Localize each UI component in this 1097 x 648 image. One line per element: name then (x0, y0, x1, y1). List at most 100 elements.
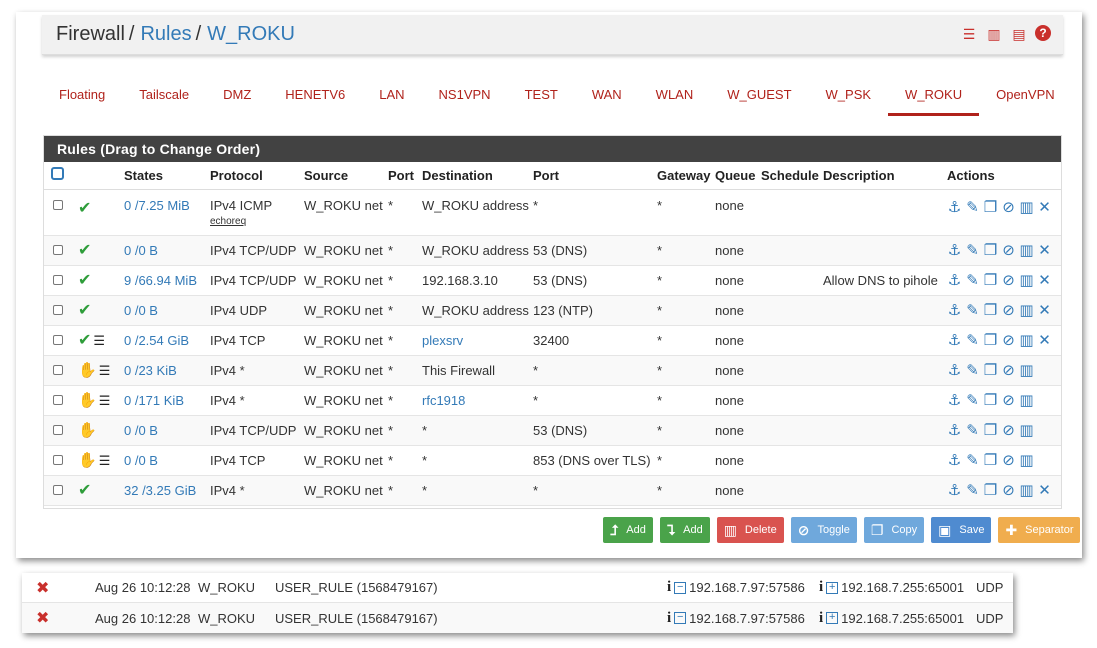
copy-button[interactable]: ❐ Copy (863, 517, 925, 543)
select-all-checkbox[interactable] (44, 162, 74, 190)
anchor-icon[interactable]: ⚓ (947, 331, 962, 349)
status-icons[interactable]: ✔ (74, 235, 120, 266)
status-icons[interactable]: ✔ (74, 295, 120, 326)
states-cell[interactable]: 0 /0 B (120, 415, 206, 446)
table-row[interactable]: ✋ ☰ 0 /23 KiB IPv4 * W_ROKU net * This Fi… (44, 355, 1061, 386)
status-icons[interactable]: ✔ (74, 265, 120, 296)
tab-test[interactable]: TEST (508, 80, 575, 116)
status-icons[interactable]: ✋ ☰ (74, 355, 120, 386)
trash-icon[interactable]: ▥ (1019, 361, 1034, 379)
disable-icon[interactable]: ⊘ (1001, 331, 1016, 349)
edit-pencil-icon[interactable]: ✎ (965, 271, 980, 289)
table-row[interactable]: ✋ ☰ 0 /171 KiB IPv4 * W_ROKU net * rfc191… (44, 385, 1061, 416)
pass-check-icon[interactable]: ✔ (78, 332, 91, 349)
copy-icon[interactable]: ❐ (983, 331, 998, 349)
disable-icon[interactable]: ⊘ (1001, 198, 1016, 216)
tab-openvpn[interactable]: OpenVPN (979, 80, 1072, 116)
tab-lan[interactable]: LAN (362, 80, 421, 116)
block-x-icon[interactable]: ✖ (36, 578, 49, 598)
status-icons[interactable]: ✋ ☰ (74, 385, 120, 416)
states-cell[interactable]: 0 /0 B (120, 445, 206, 476)
copy-icon[interactable]: ❐ (983, 391, 998, 409)
delete-button[interactable]: ▥ Delete (716, 517, 784, 543)
disable-icon[interactable]: ⊘ (1001, 421, 1016, 439)
trash-icon[interactable]: ▥ (1019, 481, 1034, 499)
edit-pencil-icon[interactable]: ✎ (965, 421, 980, 439)
status-icons[interactable]: ✋ (74, 415, 120, 446)
row-checkbox[interactable] (44, 445, 74, 476)
block-hand-icon[interactable]: ✋ (78, 422, 97, 439)
trash-icon[interactable]: ▥ (1019, 421, 1034, 439)
trash-icon[interactable]: ▥ (1019, 451, 1034, 469)
save-button[interactable]: ▣ Save (931, 517, 992, 543)
info-icon[interactable]: i (667, 579, 671, 596)
tab-wan[interactable]: WAN (575, 80, 639, 116)
states-cell[interactable]: 0 /171 KiB (120, 385, 206, 416)
tab-w-roku[interactable]: W_ROKU (888, 80, 980, 116)
disable-icon[interactable]: ⊘ (1001, 271, 1016, 289)
row-checkbox[interactable] (44, 189, 74, 236)
info-icon[interactable]: i (819, 579, 823, 596)
delete-x-icon[interactable]: ✕ (1037, 481, 1052, 499)
block-hand-icon[interactable]: ✋ (78, 452, 97, 469)
row-checkbox[interactable] (44, 385, 74, 416)
states-cell[interactable]: 0 /23 KiB (120, 355, 206, 386)
pass-check-icon[interactable]: ✔ (78, 302, 91, 319)
copy-icon[interactable]: ❐ (983, 301, 998, 319)
block-hand-icon[interactable]: ✋ (78, 362, 97, 379)
table-row[interactable]: ✔ ☰ 0 /2.54 GiB IPv4 TCP W_ROKU net * ple… (44, 325, 1061, 356)
breadcrumb-iface-link[interactable]: W_ROKU (207, 23, 295, 46)
anchor-icon[interactable]: ⚓ (947, 391, 962, 409)
row-checkbox[interactable] (44, 265, 74, 296)
pass-check-icon[interactable]: ✔ (78, 482, 91, 499)
delete-x-icon[interactable]: ✕ (1037, 271, 1052, 289)
table-row[interactable]: ✔ 0 /0 B IPv4 UDP W_ROKU net * W_ROKU ad… (44, 295, 1061, 326)
disable-icon[interactable]: ⊘ (1001, 361, 1016, 379)
table-row[interactable]: ✔ 0 /7.25 MiB IPv4 ICMP echoreq W_ROKU ne… (44, 189, 1061, 236)
anchor-icon[interactable]: ⚓ (947, 361, 962, 379)
row-checkbox[interactable] (44, 295, 74, 326)
trash-icon[interactable]: ▥ (1019, 271, 1034, 289)
table-row[interactable]: ✔ 0 /0 B IPv4 TCP/UDP W_ROKU net * W_ROK… (44, 235, 1061, 266)
edit-pencil-icon[interactable]: ✎ (965, 301, 980, 319)
delete-x-icon[interactable]: ✕ (1037, 198, 1052, 216)
trash-icon[interactable]: ▥ (1019, 241, 1034, 259)
copy-icon[interactable]: ❐ (983, 241, 998, 259)
edit-pencil-icon[interactable]: ✎ (965, 391, 980, 409)
disable-icon[interactable]: ⊘ (1001, 451, 1016, 469)
trash-icon[interactable]: ▥ (1019, 331, 1034, 349)
table-row[interactable]: ✋ ☰ 0 /0 B IPv4 TCP W_ROKU net * * 853 (D… (44, 445, 1061, 476)
anchor-icon[interactable]: ⚓ (947, 271, 962, 289)
copy-icon[interactable]: ❐ (983, 198, 998, 216)
tab-tailscale[interactable]: Tailscale (122, 80, 206, 116)
disable-icon[interactable]: ⊘ (1001, 241, 1016, 259)
anchor-icon[interactable]: ⚓ (947, 481, 962, 499)
edit-pencil-icon[interactable]: ✎ (965, 481, 980, 499)
copy-icon[interactable]: ❐ (983, 481, 998, 499)
trash-icon[interactable]: ▥ (1019, 301, 1034, 319)
edit-pencil-icon[interactable]: ✎ (965, 198, 980, 216)
breadcrumb-rules-link[interactable]: Rules (140, 23, 191, 46)
disable-icon[interactable]: ⊘ (1001, 301, 1016, 319)
row-checkbox[interactable] (44, 355, 74, 386)
anchor-icon[interactable]: ⚓ (947, 451, 962, 469)
table-row[interactable]: ✔ 32 /3.25 GiB IPv4 * W_ROKU net * * * *… (44, 475, 1061, 506)
separator-button[interactable]: ✚ Separator (998, 517, 1081, 543)
info-icon[interactable]: i (819, 610, 823, 627)
tab-wlan[interactable]: WLAN (639, 80, 711, 116)
status-icons[interactable]: ✔ (74, 189, 120, 236)
row-checkbox[interactable] (44, 415, 74, 446)
states-cell[interactable]: 0 /2.54 GiB (120, 325, 206, 356)
tab-henetv6[interactable]: HENETV6 (268, 80, 362, 116)
anchor-icon[interactable]: ⚓ (947, 198, 962, 216)
tab-w-psk[interactable]: W_PSK (809, 80, 889, 116)
trash-icon[interactable]: ▥ (1019, 391, 1034, 409)
table-row[interactable]: ✋ 0 /0 B IPv4 TCP/UDP W_ROKU net * * 53 … (44, 415, 1061, 446)
toggle-button[interactable]: ⊘ Toggle (790, 517, 857, 543)
states-cell[interactable]: 9 /66.94 MiB (120, 265, 206, 296)
states-cell[interactable]: 0 /0 B (120, 235, 206, 266)
anchor-icon[interactable]: ⚓ (947, 421, 962, 439)
pass-check-icon[interactable]: ✔ (78, 272, 91, 289)
trash-icon[interactable]: ▥ (1019, 198, 1034, 216)
status-icons[interactable]: ✔ (74, 475, 120, 506)
